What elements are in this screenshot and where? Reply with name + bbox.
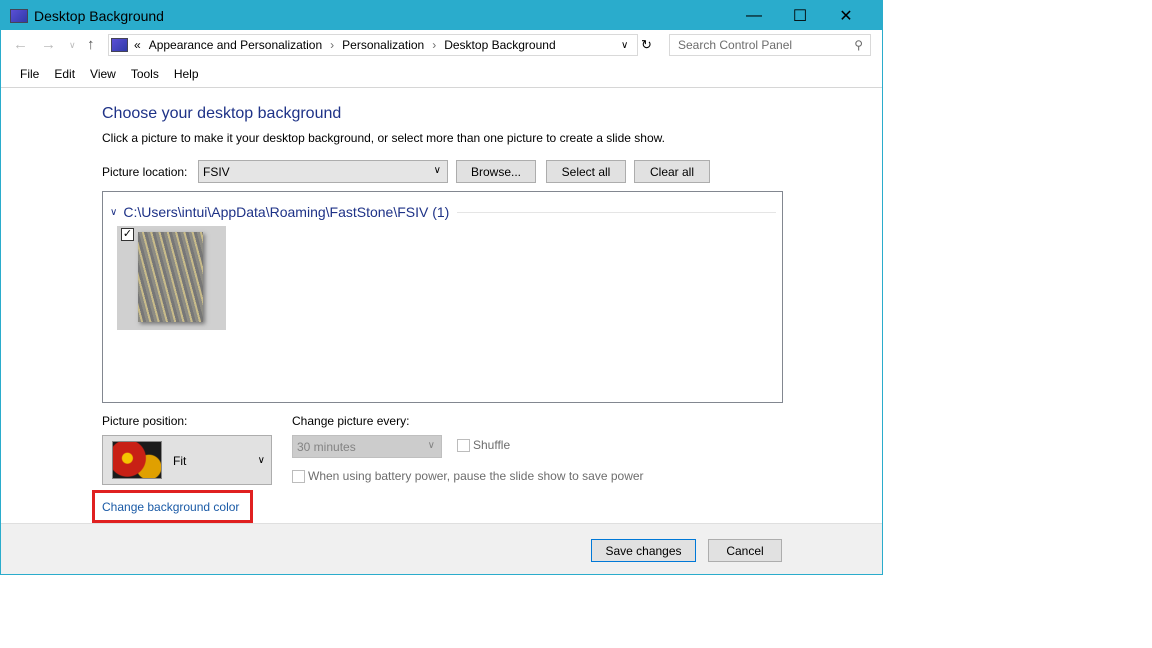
picture-thumbnail[interactable]: ✓ (117, 226, 226, 330)
title-bar: Desktop Background — ☐ ✕ (1, 1, 882, 30)
shuffle-label: Shuffle (473, 438, 511, 452)
clear-all-button[interactable]: Clear all (634, 160, 710, 183)
address-bar[interactable]: « Appearance and Personalization › Person… (108, 34, 638, 56)
browse-button[interactable]: Browse... (456, 160, 536, 183)
change-picture-label: Change picture every: (292, 414, 410, 428)
change-interval-select[interactable]: 30 minutes ∨ (292, 435, 442, 458)
picture-location-select[interactable]: FSIV ∨ (198, 160, 448, 183)
select-all-button[interactable]: Select all (546, 160, 626, 183)
back-arrow-icon[interactable]: ← (13, 36, 28, 53)
page-title: Choose your desktop background (102, 105, 342, 122)
battery-checkbox[interactable] (292, 470, 305, 483)
chevron-down-icon: ∨ (433, 165, 441, 176)
picture-position-select[interactable]: Fit ∨ (102, 435, 272, 485)
battery-label: When using battery power, pause the slid… (308, 469, 644, 483)
picture-list: ∨ C:\Users\intui\AppData\Roaming\FastSton… (102, 191, 783, 403)
close-button[interactable]: ✕ (823, 1, 869, 30)
window-title: Desktop Background (34, 7, 164, 24)
minimize-button[interactable]: — (731, 1, 777, 30)
position-preview-image (112, 441, 162, 479)
save-changes-button[interactable]: Save changes (591, 539, 696, 562)
picture-position-label: Picture position: (102, 414, 188, 428)
control-panel-icon (10, 8, 28, 23)
desktop-background-window: Desktop Background — ☐ ✕ ← → ∨ ↑ « Appea… (0, 0, 883, 575)
breadcrumb-personalization[interactable]: Personalization (342, 38, 424, 52)
maximize-button[interactable]: ☐ (777, 1, 823, 30)
chevron-down-icon: ∨ (427, 440, 435, 451)
menu-edit[interactable]: Edit (54, 67, 75, 81)
breadcrumb-appearance[interactable]: Appearance and Personalization (149, 38, 322, 52)
breadcrumb-overflow[interactable]: « (134, 38, 141, 52)
page-description: Click a picture to make it your desktop … (102, 131, 665, 145)
breadcrumb-desktop-background[interactable]: Desktop Background (444, 38, 555, 52)
menu-file[interactable]: File (20, 67, 39, 81)
picture-group-header[interactable]: ∨ C:\Users\intui\AppData\Roaming\FastSton… (110, 204, 776, 220)
shuffle-checkbox[interactable] (457, 439, 470, 452)
search-input[interactable]: Search Control Panel ⚲ (669, 34, 871, 56)
control-panel-icon (111, 38, 128, 52)
menu-view[interactable]: View (90, 67, 116, 81)
menu-help[interactable]: Help (174, 67, 199, 81)
thumbnail-checkbox[interactable]: ✓ (121, 228, 134, 241)
change-background-color-link[interactable]: Change background color (92, 490, 253, 523)
chevron-down-icon: ∨ (257, 455, 265, 466)
recent-chevron-icon[interactable]: ∨ (69, 40, 76, 51)
refresh-icon[interactable]: ↻ (641, 37, 652, 53)
navigation-bar: ← → ∨ ↑ « Appearance and Personalization… (1, 30, 882, 60)
address-dropdown-icon[interactable]: ∨ (621, 40, 628, 51)
picture-location-label: Picture location: (102, 165, 188, 179)
up-arrow-icon[interactable]: ↑ (87, 36, 95, 53)
chevron-down-icon: ∨ (110, 206, 118, 218)
menu-bar: File Edit View Tools Help (1, 60, 882, 88)
footer: Save changes Cancel (1, 523, 882, 574)
cancel-button[interactable]: Cancel (708, 539, 782, 562)
forward-arrow-icon[interactable]: → (41, 36, 56, 53)
search-icon[interactable]: ⚲ (854, 38, 863, 52)
menu-tools[interactable]: Tools (131, 67, 159, 81)
